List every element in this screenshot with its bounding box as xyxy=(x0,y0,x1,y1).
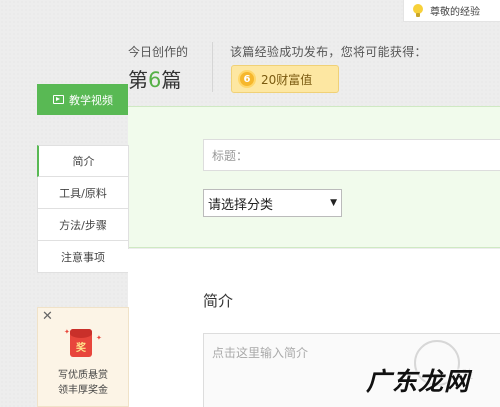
promo-badge-text: 奖 xyxy=(76,343,86,354)
category-select-value: 请选择分类 xyxy=(208,197,274,213)
sidebar-item-tools[interactable]: 工具/原料 xyxy=(37,177,129,209)
promo-box[interactable]: ✕ ✦ ✦ 奖 写优质悬赏 领丰厚奖金 xyxy=(37,307,129,407)
reward-badge: 6 20财富值 xyxy=(231,65,339,93)
sidebar-item-label: 方法/步骤 xyxy=(59,218,107,232)
sidebar-item-notes[interactable]: 注意事项 xyxy=(37,241,129,273)
dropdown-arrow-icon: ▼ xyxy=(330,198,337,208)
red-envelope-icon: 奖 xyxy=(70,329,92,357)
video-tutorial-button[interactable]: 教学视频 xyxy=(37,84,128,115)
title-input[interactable]: 标题： xyxy=(203,139,500,171)
top-notice[interactable]: 尊敬的经验 xyxy=(403,0,500,22)
promo-line-1: 写优质悬赏 xyxy=(58,370,108,381)
count-suffix: 篇 xyxy=(161,68,182,92)
sidebar-item-label: 简介 xyxy=(72,155,95,168)
close-icon[interactable]: ✕ xyxy=(42,309,53,324)
video-icon xyxy=(53,95,64,104)
video-tutorial-label: 教学视频 xyxy=(69,93,113,107)
coin-icon: 6 xyxy=(238,70,256,88)
promo-text: 写优质悬赏 领丰厚奖金 xyxy=(38,368,128,398)
lightbulb-icon xyxy=(412,3,424,18)
today-label: 今日创作的 xyxy=(128,45,189,59)
count-number: 6 xyxy=(148,68,162,92)
sparkle-icon: ✦ xyxy=(96,334,102,342)
count-prefix: 第 xyxy=(128,68,148,92)
sidebar-item-label: 工具/原料 xyxy=(59,186,107,200)
watermark-text: 广东龙网 xyxy=(366,367,471,396)
category-select[interactable]: 请选择分类 ▼ xyxy=(203,189,342,217)
promo-line-2: 领丰厚奖金 xyxy=(58,385,108,396)
stats-divider xyxy=(212,42,213,92)
sparkle-icon: ✦ xyxy=(64,328,70,336)
reward-text: 该篇经验成功发布，您将可能获得： xyxy=(230,45,427,59)
sidebar-item-label: 注意事项 xyxy=(61,250,105,264)
sidebar-item-intro[interactable]: 简介 xyxy=(37,145,129,177)
sidebar-item-steps[interactable]: 方法/步骤 xyxy=(37,209,129,241)
reward-value: 20财富值 xyxy=(261,72,313,87)
today-count: 第 6 篇 xyxy=(128,64,181,93)
sidebar-nav: 简介 工具/原料 方法/步骤 注意事项 xyxy=(37,145,129,273)
notice-text: 尊敬的经验 xyxy=(430,7,480,18)
form-header-area xyxy=(128,106,500,248)
intro-heading: 简介 xyxy=(203,292,234,310)
